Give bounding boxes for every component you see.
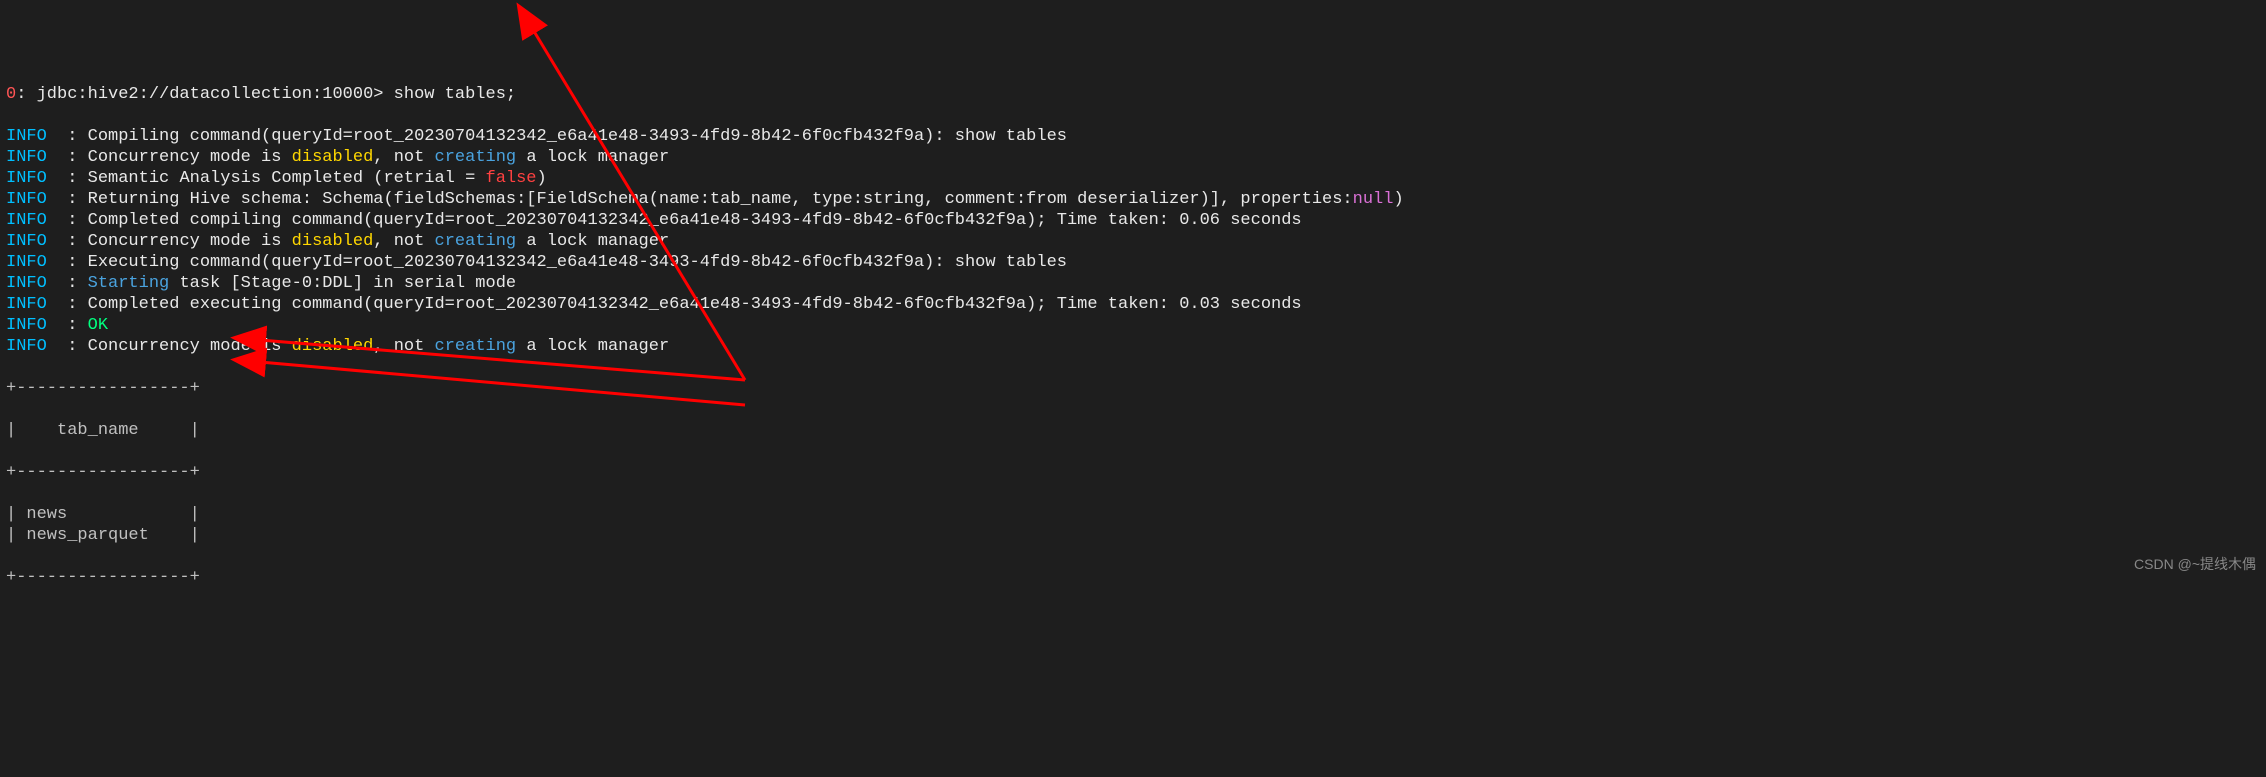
log-text: Executing command(queryId=root_202307041… xyxy=(88,253,1067,272)
keyword: creating xyxy=(435,337,517,356)
table-border-bottom: +-----------------+ xyxy=(6,567,2260,588)
log-text: Completed compiling command(queryId=root… xyxy=(88,211,1302,230)
table-row: | news_parquet | xyxy=(6,525,2260,546)
log-line: INFO : Compiling command(queryId=root_20… xyxy=(6,126,2260,147)
log-level: INFO xyxy=(6,274,47,293)
prompt-number: 0 xyxy=(6,85,16,104)
keyword: Starting xyxy=(88,274,170,293)
log-line: INFO : Completed executing command(query… xyxy=(6,294,2260,315)
log-level: INFO xyxy=(6,211,47,230)
log-level: INFO xyxy=(6,127,47,146)
log-line: INFO : Concurrency mode is disabled, not… xyxy=(6,231,2260,252)
keyword: creating xyxy=(435,148,517,167)
log-level: INFO xyxy=(6,232,47,251)
keyword: creating xyxy=(435,232,517,251)
log-line: INFO : Returning Hive schema: Schema(fie… xyxy=(6,189,2260,210)
log-level: INFO xyxy=(6,337,47,356)
prompt-line: 0: jdbc:hive2://datacollection:10000> sh… xyxy=(6,84,2260,105)
log-output: INFO : Compiling command(queryId=root_20… xyxy=(6,126,2260,357)
log-level: INFO xyxy=(6,148,47,167)
log-level: INFO xyxy=(6,169,47,188)
log-line: INFO : Completed compiling command(query… xyxy=(6,210,2260,231)
log-level: INFO xyxy=(6,316,47,335)
table-header: | tab_name | xyxy=(6,420,2260,441)
watermark: CSDN @~提线木偶 xyxy=(2134,554,2256,575)
keyword: disabled xyxy=(292,337,374,356)
log-level: INFO xyxy=(6,295,47,314)
sql-command: show tables; xyxy=(394,85,516,104)
table-row: | news | xyxy=(6,504,2260,525)
table-border-top: +-----------------+ xyxy=(6,378,2260,399)
log-line: INFO : Semantic Analysis Completed (retr… xyxy=(6,168,2260,189)
keyword: false xyxy=(486,169,537,188)
log-level: INFO xyxy=(6,190,47,209)
log-text: Compiling command(queryId=root_202307041… xyxy=(88,127,1067,146)
log-line: INFO : OK xyxy=(6,315,2260,336)
log-line: INFO : Concurrency mode is disabled, not… xyxy=(6,147,2260,168)
keyword: disabled xyxy=(292,232,374,251)
log-text: Completed executing command(queryId=root… xyxy=(88,295,1302,314)
log-line: INFO : Executing command(queryId=root_20… xyxy=(6,252,2260,273)
log-level: INFO xyxy=(6,253,47,272)
keyword: disabled xyxy=(292,148,374,167)
ok-status: OK xyxy=(88,316,108,335)
table-border-mid: +-----------------+ xyxy=(6,462,2260,483)
keyword: null xyxy=(1353,190,1394,209)
table-body: | news || news_parquet | xyxy=(6,504,2260,546)
log-line: INFO : Starting task [Stage-0:DDL] in se… xyxy=(6,273,2260,294)
log-line: INFO : Concurrency mode is disabled, not… xyxy=(6,336,2260,357)
